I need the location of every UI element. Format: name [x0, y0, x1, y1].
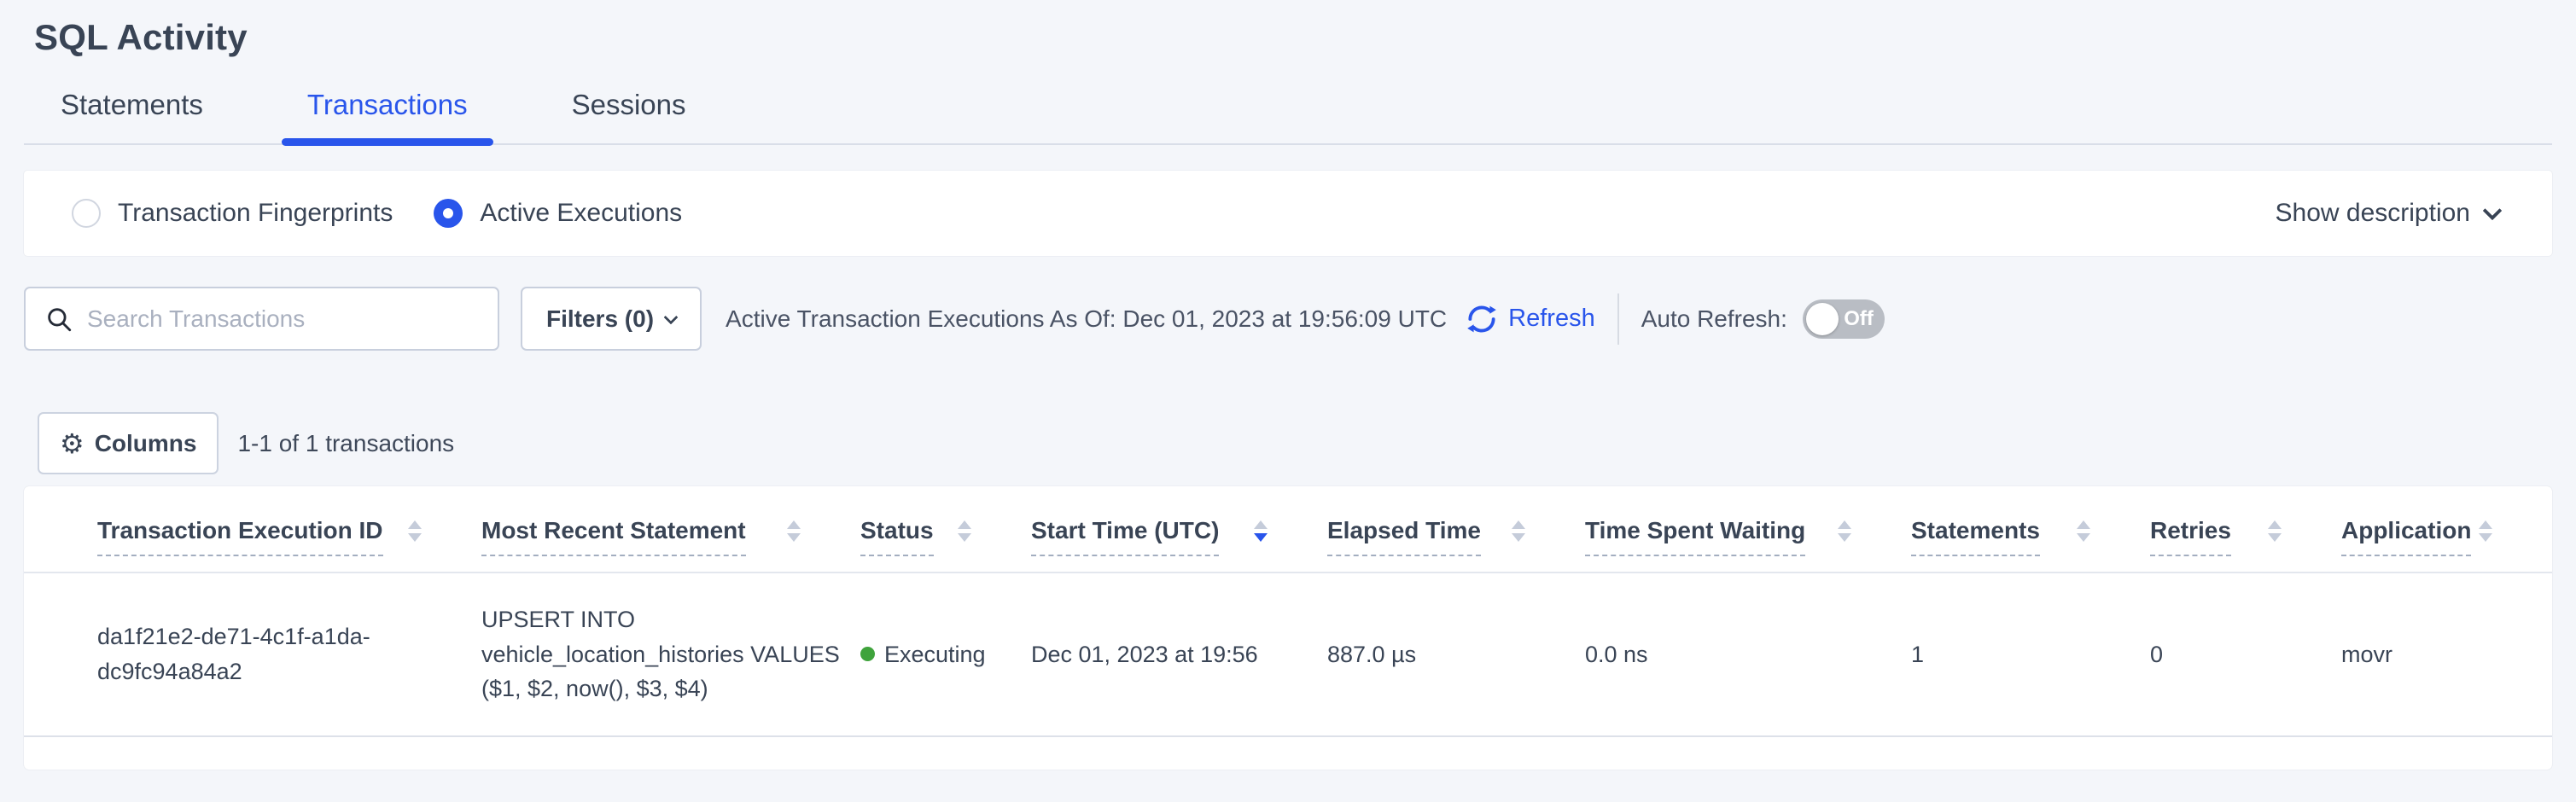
cell-application: movr	[2341, 572, 2552, 736]
cell-time-spent-waiting: 0.0 ns	[1585, 572, 1911, 736]
table-row[interactable]: da1f21e2-de71-4c1f-a1da-dc9fc94a84a2 UPS…	[24, 572, 2552, 736]
col-header-transaction-execution-id[interactable]: Transaction Execution ID	[24, 486, 481, 572]
vertical-divider	[1617, 293, 1619, 345]
radio-label: Active Executions	[480, 199, 682, 228]
sort-icon[interactable]	[2479, 520, 2492, 542]
sort-icon[interactable]	[2077, 520, 2090, 542]
sql-activity-page: SQL Activity Statements Transactions Ses…	[0, 17, 2576, 770]
as-of-timestamp: Active Transaction Executions As Of: Dec…	[726, 305, 1447, 333]
cell-statements: 1	[1911, 572, 2150, 736]
gear-icon: ⚙	[60, 430, 85, 457]
chevron-down-icon	[2483, 201, 2503, 221]
transactions-table: Transaction Execution ID Most Recent Sta…	[24, 486, 2552, 737]
sort-icon[interactable]	[787, 520, 801, 542]
tab-sessions[interactable]: Sessions	[572, 89, 686, 143]
sort-icon[interactable]	[1512, 520, 1525, 542]
page-title: SQL Activity	[34, 17, 2552, 58]
radio-active-executions[interactable]: Active Executions	[434, 199, 682, 228]
col-header-status[interactable]: Status	[860, 486, 1031, 572]
cell-retries: 0	[2150, 572, 2341, 736]
col-header-start-time[interactable]: Start Time (UTC)	[1031, 486, 1327, 572]
cell-most-recent-statement: UPSERT INTO vehicle_location_histories V…	[481, 572, 860, 736]
cell-status: Executing	[860, 572, 1031, 736]
cell-start-time: Dec 01, 2023 at 19:56	[1031, 572, 1327, 736]
refresh-icon	[1464, 301, 1500, 337]
refresh-button[interactable]: Refresh	[1464, 301, 1595, 337]
filters-button[interactable]: Filters (0)	[521, 287, 702, 351]
tab-bar: Statements Transactions Sessions	[24, 89, 2552, 145]
transactions-table-card: Transaction Execution ID Most Recent Sta…	[24, 486, 2552, 770]
col-header-elapsed-time[interactable]: Elapsed Time	[1327, 486, 1585, 572]
toggle-state-label: Off	[1844, 307, 1874, 331]
show-description-button[interactable]: Show description	[2276, 199, 2499, 228]
tab-transactions[interactable]: Transactions	[307, 89, 468, 143]
col-header-statements[interactable]: Statements	[1911, 486, 2150, 572]
status-label: Executing	[884, 637, 986, 672]
table-toolbar: ⚙ Columns 1-1 of 1 transactions	[24, 412, 2552, 474]
table-header-row: Transaction Execution ID Most Recent Sta…	[24, 486, 2552, 572]
radio-transaction-fingerprints[interactable]: Transaction Fingerprints	[72, 199, 393, 228]
controls-row: Filters (0) Active Transaction Execution…	[24, 287, 2552, 351]
status-executing-dot-icon	[860, 647, 875, 661]
sort-icon[interactable]	[1838, 520, 1851, 542]
filters-label: Filters (0)	[546, 305, 654, 333]
auto-refresh-label: Auto Refresh:	[1641, 305, 1787, 333]
toggle-knob[interactable]	[1806, 303, 1839, 335]
radio-unselected-icon[interactable]	[72, 199, 101, 228]
view-mode-panel: Transaction Fingerprints Active Executio…	[24, 171, 2552, 256]
search-icon	[44, 305, 73, 334]
col-header-most-recent-statement[interactable]: Most Recent Statement	[481, 486, 860, 572]
search-input[interactable]	[87, 305, 482, 333]
sort-icon[interactable]	[958, 520, 971, 542]
search-box[interactable]	[24, 287, 499, 351]
columns-button[interactable]: ⚙ Columns	[38, 412, 219, 474]
cell-elapsed-time: 887.0 µs	[1327, 572, 1585, 736]
sort-icon[interactable]	[408, 520, 422, 542]
show-description-label: Show description	[2276, 199, 2470, 228]
col-header-application[interactable]: Application	[2341, 486, 2552, 572]
tab-statements[interactable]: Statements	[61, 89, 203, 143]
chevron-down-icon	[664, 310, 679, 324]
columns-label: Columns	[95, 430, 197, 457]
sort-icon[interactable]	[2268, 520, 2282, 542]
auto-refresh-toggle[interactable]: Off	[1803, 299, 1885, 339]
result-count: 1-1 of 1 transactions	[237, 430, 454, 457]
radio-selected-icon[interactable]	[434, 199, 463, 228]
refresh-label: Refresh	[1508, 305, 1595, 333]
cell-transaction-execution-id[interactable]: da1f21e2-de71-4c1f-a1da-dc9fc94a84a2	[24, 572, 481, 736]
col-header-time-spent-waiting[interactable]: Time Spent Waiting	[1585, 486, 1911, 572]
col-header-retries[interactable]: Retries	[2150, 486, 2341, 572]
radio-label: Transaction Fingerprints	[118, 199, 393, 228]
sort-icon-active-desc[interactable]	[1254, 520, 1268, 542]
